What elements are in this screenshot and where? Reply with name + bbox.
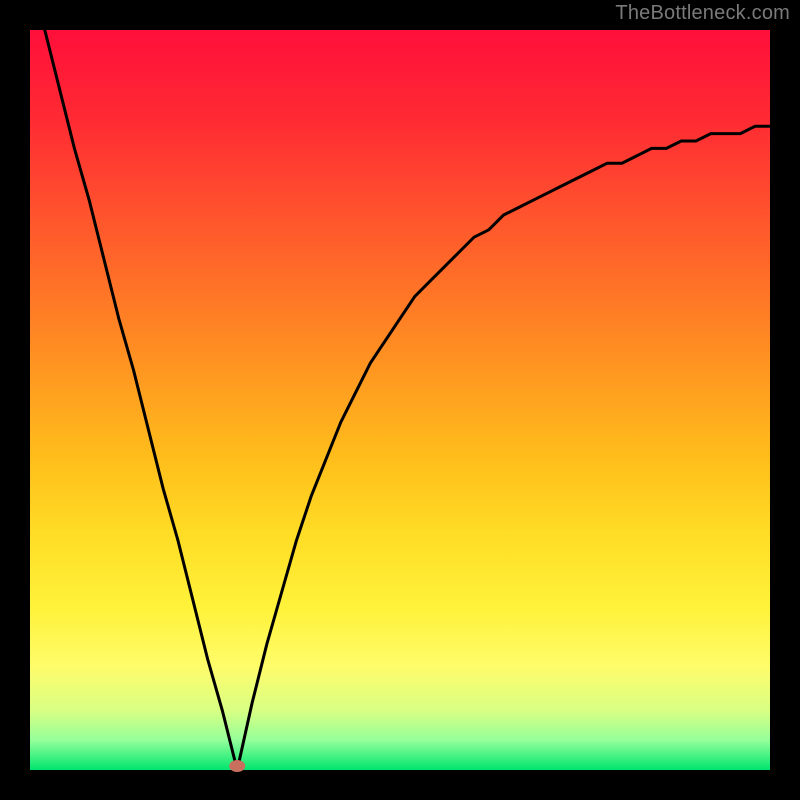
watermark-text: TheBottleneck.com [615, 2, 790, 25]
bottleneck-chart [0, 0, 800, 800]
chart-frame: TheBottleneck.com [0, 0, 800, 800]
valley-marker [229, 760, 245, 772]
